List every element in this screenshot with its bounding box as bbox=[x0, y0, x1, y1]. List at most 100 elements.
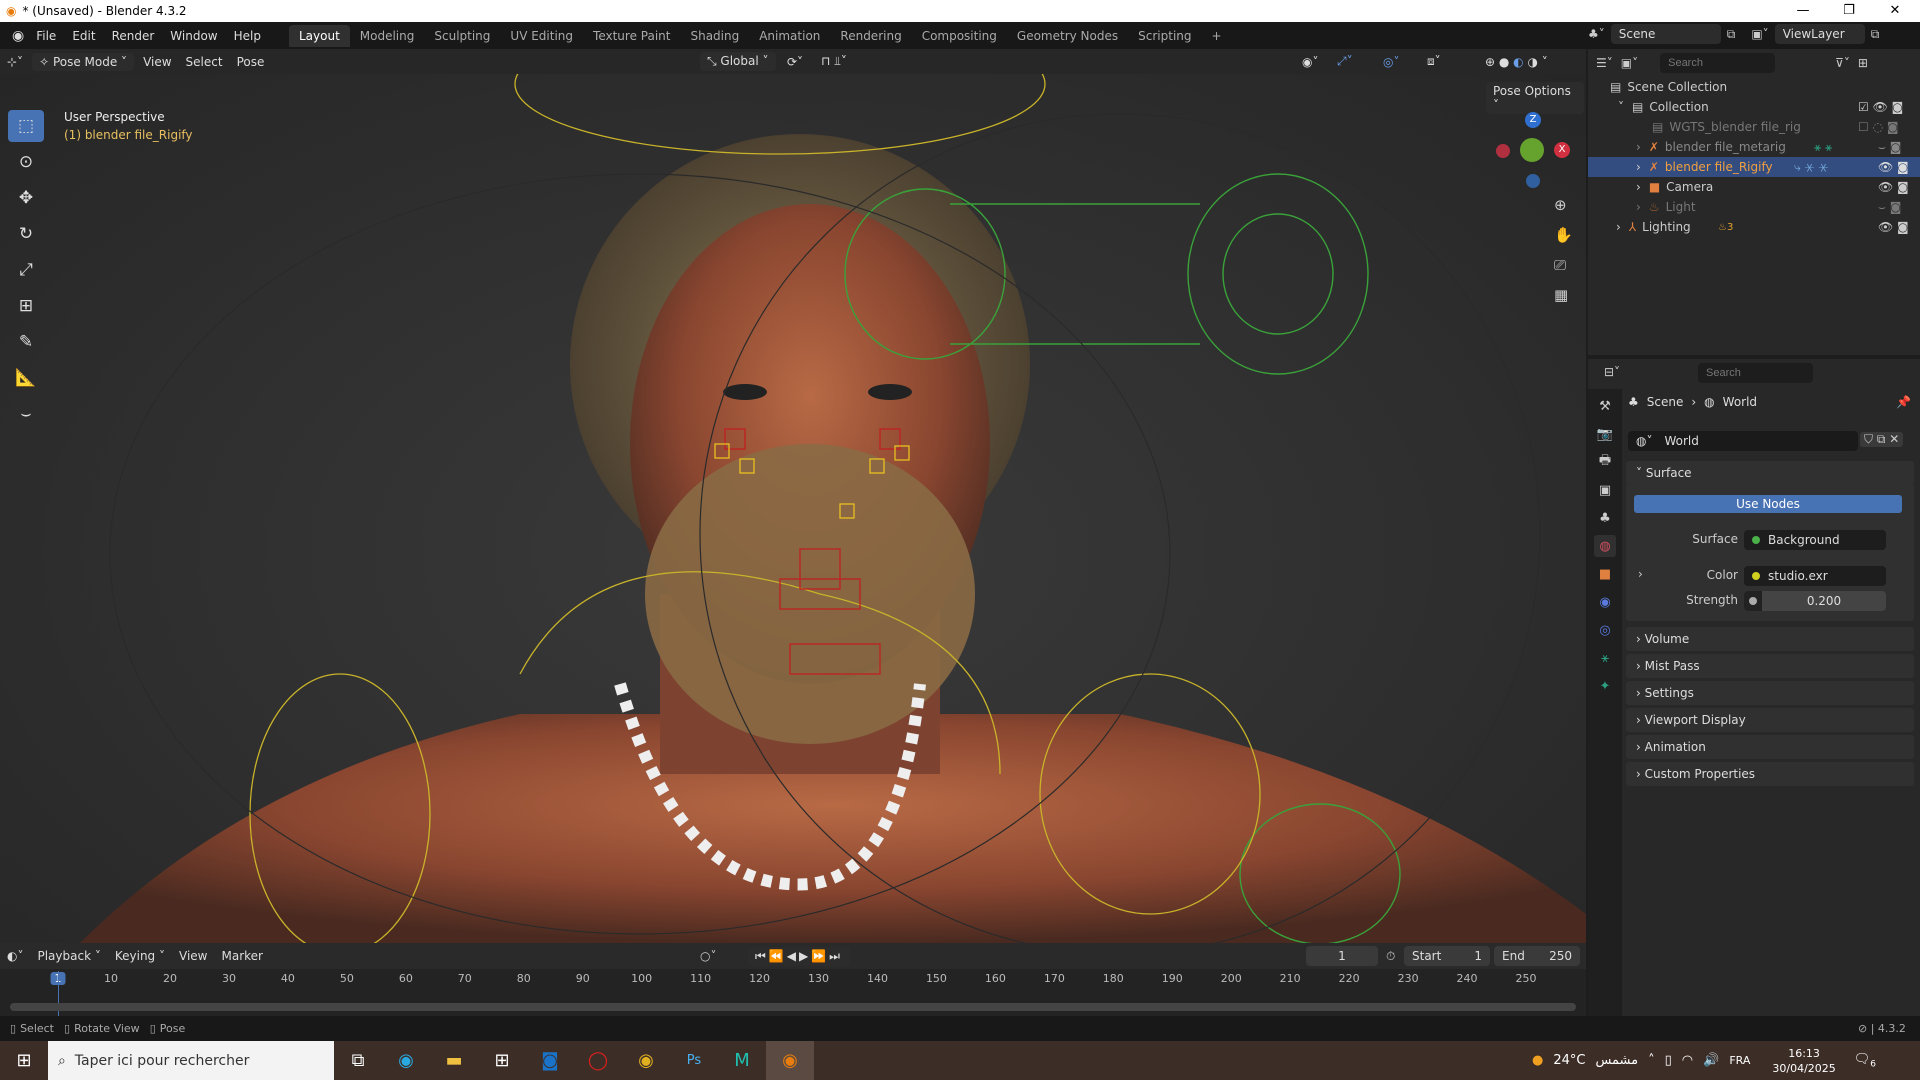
editor-type-icon[interactable]: ⊹˅ bbox=[0, 53, 30, 71]
outliner-row-wgts[interactable]: ▤ WGTS_blender file_rig ☐ ◌ ◙ bbox=[1588, 117, 1920, 137]
tray-chevron-icon[interactable]: ˄ bbox=[1648, 1053, 1655, 1068]
settings-panel-header[interactable]: › Settings bbox=[1626, 681, 1914, 705]
surface-shader-field[interactable]: Background bbox=[1744, 530, 1886, 550]
expand-color-icon[interactable]: › bbox=[1638, 567, 1643, 581]
visibility-icon[interactable]: ◉˅ bbox=[1295, 53, 1325, 71]
outliner-row-light[interactable]: › ♨ Light ⌣ ◙ bbox=[1588, 197, 1920, 217]
chrome-icon[interactable]: ◉ bbox=[622, 1041, 670, 1080]
snap-icon[interactable]: ⊓ ⫫˅ bbox=[814, 52, 854, 71]
color-texture-field[interactable]: studio.exr bbox=[1744, 566, 1886, 586]
weather-temp[interactable]: 24°C bbox=[1553, 1053, 1585, 1068]
mist-pass-panel-header[interactable]: › Mist Pass bbox=[1626, 654, 1914, 678]
timeline-scrollbar[interactable] bbox=[10, 1003, 1576, 1011]
wifi-icon[interactable]: ◠ bbox=[1682, 1053, 1693, 1068]
playback-controls[interactable]: ⏮⏪◀▶⏩⏭ bbox=[748, 946, 850, 966]
view-menu[interactable]: View bbox=[136, 53, 178, 71]
cursor-tool-icon[interactable]: ⊙ bbox=[8, 146, 44, 178]
clock[interactable]: 16:13 30/04/2025 bbox=[1772, 1046, 1835, 1076]
menu-render[interactable]: Render bbox=[104, 29, 163, 43]
gizmo-center[interactable] bbox=[1520, 138, 1544, 162]
outliner-row-scene-collection[interactable]: ▤ Scene Collection bbox=[1588, 77, 1920, 97]
visibility-icon[interactable]: 👁 ◙ bbox=[1878, 220, 1909, 234]
outlook-icon[interactable]: ◙ bbox=[526, 1041, 574, 1080]
strength-field[interactable]: 0.200 bbox=[1744, 591, 1886, 611]
render-tab-icon[interactable]: 📷 bbox=[1594, 423, 1616, 445]
surface-panel-header[interactable]: ˅ Surface bbox=[1626, 461, 1914, 485]
scene-selector[interactable]: Scene bbox=[1610, 24, 1721, 44]
task-view-icon[interactable]: ⧉ bbox=[334, 1041, 382, 1080]
viewport-display-panel-header[interactable]: › Viewport Display bbox=[1626, 708, 1914, 732]
auto-keying-icon[interactable]: ○˅ bbox=[700, 949, 716, 963]
perspective-grid-icon[interactable]: ▦ bbox=[1554, 286, 1568, 304]
notifications-icon[interactable]: 🗨6 bbox=[1854, 1052, 1876, 1070]
windows-start-icon[interactable]: ⊞ bbox=[0, 1041, 48, 1080]
rotate-tool-icon[interactable]: ↻ bbox=[8, 218, 44, 250]
stopwatch-icon[interactable]: ⏱ bbox=[1386, 949, 1395, 964]
outliner-row-rigify[interactable]: › ✗ blender file_Rigify ⤷ ⚹ ⚹ 👁 ◙ bbox=[1588, 157, 1920, 177]
physics-tab-icon[interactable]: ◉ bbox=[1594, 591, 1616, 613]
playback-menu[interactable]: Playback ˅ bbox=[30, 947, 107, 965]
pose-menu[interactable]: Pose bbox=[230, 53, 272, 71]
camera-view-icon[interactable]: ⎚ bbox=[1554, 256, 1566, 274]
tab-compositing[interactable]: Compositing bbox=[912, 25, 1007, 47]
marker-menu[interactable]: Marker bbox=[214, 947, 269, 965]
tab-modeling[interactable]: Modeling bbox=[350, 25, 425, 47]
tab-texture-paint[interactable]: Texture Paint bbox=[583, 25, 680, 47]
menu-edit[interactable]: Edit bbox=[64, 29, 103, 43]
render-icon[interactable]: ⌣ ◙ bbox=[1878, 140, 1901, 155]
tab-shading[interactable]: Shading bbox=[680, 25, 749, 47]
armature-data-tab-icon[interactable]: ⚹ bbox=[1594, 647, 1616, 669]
taskbar-search[interactable]: ⌕ Taper ici pour rechercher bbox=[48, 1041, 334, 1080]
custom-properties-panel-header[interactable]: › Custom Properties bbox=[1626, 762, 1914, 786]
annotate-tool-icon[interactable]: ✎ bbox=[8, 326, 44, 358]
menu-help[interactable]: Help bbox=[226, 29, 269, 43]
zoom-icon[interactable]: ⊕ bbox=[1554, 196, 1567, 214]
expand-icon[interactable]: › bbox=[1636, 180, 1641, 194]
menu-file[interactable]: File bbox=[28, 29, 64, 43]
editor-type-icon[interactable]: ◐˅ bbox=[0, 947, 30, 965]
object-tab-icon[interactable]: ■ bbox=[1594, 563, 1616, 585]
expand-icon[interactable]: › bbox=[1636, 200, 1641, 214]
outliner-search-input[interactable] bbox=[1660, 53, 1776, 73]
gizmo-z-axis[interactable]: Z bbox=[1525, 112, 1541, 128]
output-tab-icon[interactable]: 🖶 bbox=[1594, 451, 1616, 473]
keying-menu[interactable]: Keying ˅ bbox=[108, 947, 172, 965]
photoshop-icon[interactable]: Ps bbox=[670, 1041, 718, 1080]
tab-rendering[interactable]: Rendering bbox=[830, 25, 911, 47]
opera-icon[interactable]: ◯ bbox=[574, 1041, 622, 1080]
tool-tab-icon[interactable]: ⚒ bbox=[1594, 395, 1616, 417]
close-button[interactable]: ✕ bbox=[1872, 0, 1918, 22]
transform-tool-icon[interactable]: ⊞ bbox=[8, 290, 44, 322]
visibility-icon[interactable]: ⌣ ◙ bbox=[1878, 200, 1901, 215]
tab-geometry-nodes[interactable]: Geometry Nodes bbox=[1007, 25, 1128, 47]
expand-icon[interactable]: › bbox=[1616, 220, 1621, 234]
blender-taskbar-icon[interactable]: ◉ bbox=[766, 1041, 814, 1080]
constraints-tab-icon[interactable]: ◎ bbox=[1594, 619, 1616, 641]
pose-options-button[interactable]: Pose Options ˅ bbox=[1486, 82, 1584, 114]
new-scene-icon[interactable]: ⧉ bbox=[1727, 27, 1736, 42]
gizmo-neg-x-axis[interactable] bbox=[1496, 144, 1510, 158]
view-layer-tab-icon[interactable]: ▣ bbox=[1594, 479, 1616, 501]
view-layer-icon[interactable]: ▣˅ bbox=[1751, 27, 1768, 41]
editor-type-icon[interactable]: ⊟˅ bbox=[1604, 365, 1620, 379]
scene-tab-icon[interactable]: ♣ bbox=[1594, 507, 1616, 529]
store-icon[interactable]: ⊞ bbox=[478, 1041, 526, 1080]
outliner-row-collection[interactable]: ˅ ▤ Collection ☑ 👁 ◙ bbox=[1588, 97, 1920, 117]
view-layer-selector[interactable]: ViewLayer bbox=[1774, 24, 1865, 44]
pivot-icon[interactable]: ⟳˅ bbox=[780, 53, 810, 71]
tab-sculpting[interactable]: Sculpting bbox=[424, 25, 500, 47]
select-box-tool-icon[interactable]: ⬚ bbox=[8, 110, 44, 142]
outliner-row-lighting[interactable]: › ⅄ Lighting ♨3 👁 ◙ bbox=[1588, 217, 1920, 237]
minimize-button[interactable]: — bbox=[1780, 0, 1826, 22]
world-tab-icon[interactable]: ◍ bbox=[1594, 535, 1616, 557]
tab-scripting[interactable]: Scripting bbox=[1128, 25, 1201, 47]
expand-icon[interactable]: › bbox=[1636, 140, 1641, 154]
pan-hand-icon[interactable]: ✋ bbox=[1554, 226, 1573, 244]
move-tool-icon[interactable]: ✥ bbox=[8, 182, 44, 214]
select-menu[interactable]: Select bbox=[179, 53, 230, 71]
m-app-icon[interactable]: M bbox=[718, 1041, 766, 1080]
volume-icon[interactable]: 🔊 bbox=[1703, 1053, 1719, 1068]
start-frame-field[interactable]: Start 1 bbox=[1404, 946, 1490, 966]
outliner-row-metarig[interactable]: › ✗ blender file_metarig ⚹ ⚹ ⌣ ◙ bbox=[1588, 137, 1920, 157]
new-view-layer-icon[interactable]: ⧉ bbox=[1871, 27, 1880, 42]
